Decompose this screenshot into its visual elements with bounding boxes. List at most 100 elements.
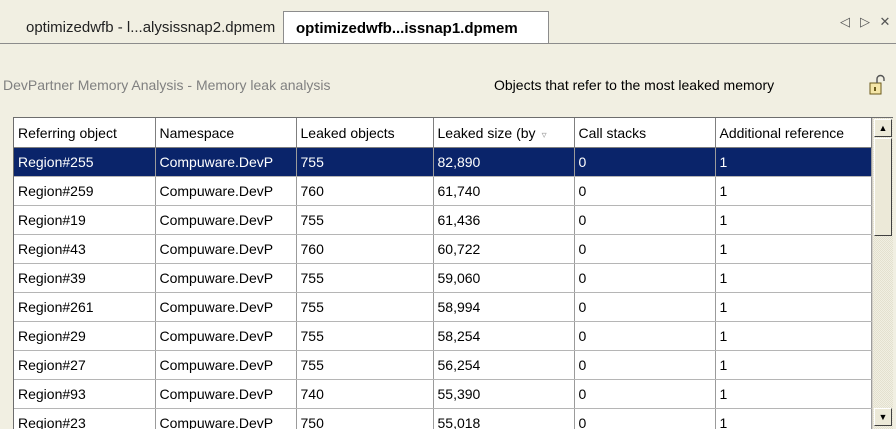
cell-leaked-objects: 755 [296,351,433,380]
leak-grid: Referring object Namespace Leaked object… [13,117,893,429]
table-row[interactable]: Region#29Compuware.DevP75558,25401 [14,322,871,351]
cell-namespace: Compuware.DevP [155,264,296,293]
tab-snapshot-2[interactable]: optimizedwfb - l...alysissnap2.dpmem [14,11,284,44]
cell-referring-object: Region#261 [14,293,155,322]
tab-label: optimizedwfb - l...alysissnap2.dpmem [26,19,275,36]
cell-additional-reference: 1 [715,322,871,351]
cell-namespace: Compuware.DevP [155,177,296,206]
arrow-down-icon: ▼ [879,412,888,422]
column-header-additional-reference[interactable]: Additional reference [715,118,871,148]
cell-call-stacks: 0 [574,380,715,409]
cell-additional-reference: 1 [715,351,871,380]
table-row[interactable]: Region#27Compuware.DevP75556,25401 [14,351,871,380]
header-row: Referring object Namespace Leaked object… [14,118,871,148]
chevron-right-icon[interactable]: ▷ [858,14,872,30]
cell-call-stacks: 0 [574,264,715,293]
table-row[interactable]: Region#19Compuware.DevP75561,43601 [14,206,871,235]
cell-additional-reference: 1 [715,293,871,322]
cell-namespace: Compuware.DevP [155,293,296,322]
table-row[interactable]: Region#23Compuware.DevP75055,01801 [14,409,871,429]
tab-snapshot-1[interactable]: optimizedwfb...issnap1.dpmem [283,11,549,44]
cell-call-stacks: 0 [574,148,715,177]
cell-leaked-size: 58,254 [433,322,574,351]
cell-leaked-size: 61,436 [433,206,574,235]
cell-leaked-objects: 755 [296,206,433,235]
cell-namespace: Compuware.DevP [155,322,296,351]
arrow-up-icon: ▲ [879,123,888,133]
column-header-leaked-objects[interactable]: Leaked objects [296,118,433,148]
cell-call-stacks: 0 [574,322,715,351]
cell-additional-reference: 1 [715,409,871,429]
cell-call-stacks: 0 [574,351,715,380]
cell-leaked-objects: 760 [296,235,433,264]
vertical-scrollbar[interactable]: ▲ ▼ [872,118,893,429]
cell-additional-reference: 1 [715,264,871,293]
cell-leaked-size: 59,060 [433,264,574,293]
cell-namespace: Compuware.DevP [155,351,296,380]
scroll-up-button[interactable]: ▲ [874,119,892,137]
cell-referring-object: Region#43 [14,235,155,264]
tab-strip: optimizedwfb - l...alysissnap2.dpmem opt… [0,0,896,44]
tab-controls: ◁ ▷ ✕ [838,14,892,30]
cell-leaked-objects: 755 [296,148,433,177]
cell-namespace: Compuware.DevP [155,409,296,429]
table-row[interactable]: Region#93Compuware.DevP74055,39001 [14,380,871,409]
cell-additional-reference: 1 [715,380,871,409]
cell-namespace: Compuware.DevP [155,380,296,409]
cell-leaked-objects: 755 [296,264,433,293]
table-row[interactable]: Region#43Compuware.DevP76060,72201 [14,235,871,264]
cell-additional-reference: 1 [715,235,871,264]
cell-call-stacks: 0 [574,206,715,235]
cell-call-stacks: 0 [574,409,715,429]
cell-leaked-size: 56,254 [433,351,574,380]
cell-call-stacks: 0 [574,177,715,206]
close-icon[interactable]: ✕ [878,14,892,30]
table-row[interactable]: Region#261Compuware.DevP75558,99401 [14,293,871,322]
table-row[interactable]: Region#255Compuware.DevP75582,89001 [14,148,871,177]
chevron-left-icon[interactable]: ◁ [838,14,852,30]
cell-leaked-size: 55,018 [433,409,574,429]
cell-referring-object: Region#29 [14,322,155,351]
cell-leaked-objects: 760 [296,177,433,206]
cell-leaked-size: 82,890 [433,148,574,177]
cell-leaked-objects: 755 [296,293,433,322]
cell-additional-reference: 1 [715,177,871,206]
cell-additional-reference: 1 [715,206,871,235]
cell-referring-object: Region#27 [14,351,155,380]
leak-table: Referring object Namespace Leaked object… [14,118,872,429]
cell-namespace: Compuware.DevP [155,148,296,177]
column-header-namespace[interactable]: Namespace [155,118,296,148]
table-row[interactable]: Region#259Compuware.DevP76061,74001 [14,177,871,206]
cell-leaked-objects: 750 [296,409,433,429]
column-header-leaked-size[interactable]: Leaked size (by▿ [433,118,574,148]
cell-leaked-size: 61,740 [433,177,574,206]
cell-referring-object: Region#23 [14,409,155,429]
cell-leaked-size: 60,722 [433,235,574,264]
scroll-thumb[interactable] [874,138,892,236]
sort-descending-icon: ▿ [542,130,547,141]
column-header-call-stacks[interactable]: Call stacks [574,118,715,148]
cell-referring-object: Region#93 [14,380,155,409]
cell-leaked-size: 58,994 [433,293,574,322]
cell-leaked-objects: 755 [296,322,433,351]
cell-referring-object: Region#259 [14,177,155,206]
cell-additional-reference: 1 [715,148,871,177]
grid-body: Region#255Compuware.DevP75582,89001Regio… [14,148,871,429]
cell-call-stacks: 0 [574,235,715,264]
scroll-down-button[interactable]: ▼ [874,408,892,426]
cell-leaked-size: 55,390 [433,380,574,409]
view-title: Objects that refer to the most leaked me… [494,77,774,93]
cell-referring-object: Region#19 [14,206,155,235]
cell-referring-object: Region#39 [14,264,155,293]
table-row[interactable]: Region#39Compuware.DevP75559,06001 [14,264,871,293]
analysis-header: DevPartner Memory Analysis - Memory leak… [0,44,896,108]
cell-namespace: Compuware.DevP [155,235,296,264]
cell-namespace: Compuware.DevP [155,206,296,235]
analysis-title: DevPartner Memory Analysis - Memory leak… [3,77,331,93]
lock-open-icon[interactable] [868,74,886,96]
column-header-referring-object[interactable]: Referring object [14,118,155,148]
cell-referring-object: Region#255 [14,148,155,177]
cell-leaked-objects: 740 [296,380,433,409]
cell-call-stacks: 0 [574,293,715,322]
tab-label: optimizedwfb...issnap1.dpmem [296,20,518,37]
